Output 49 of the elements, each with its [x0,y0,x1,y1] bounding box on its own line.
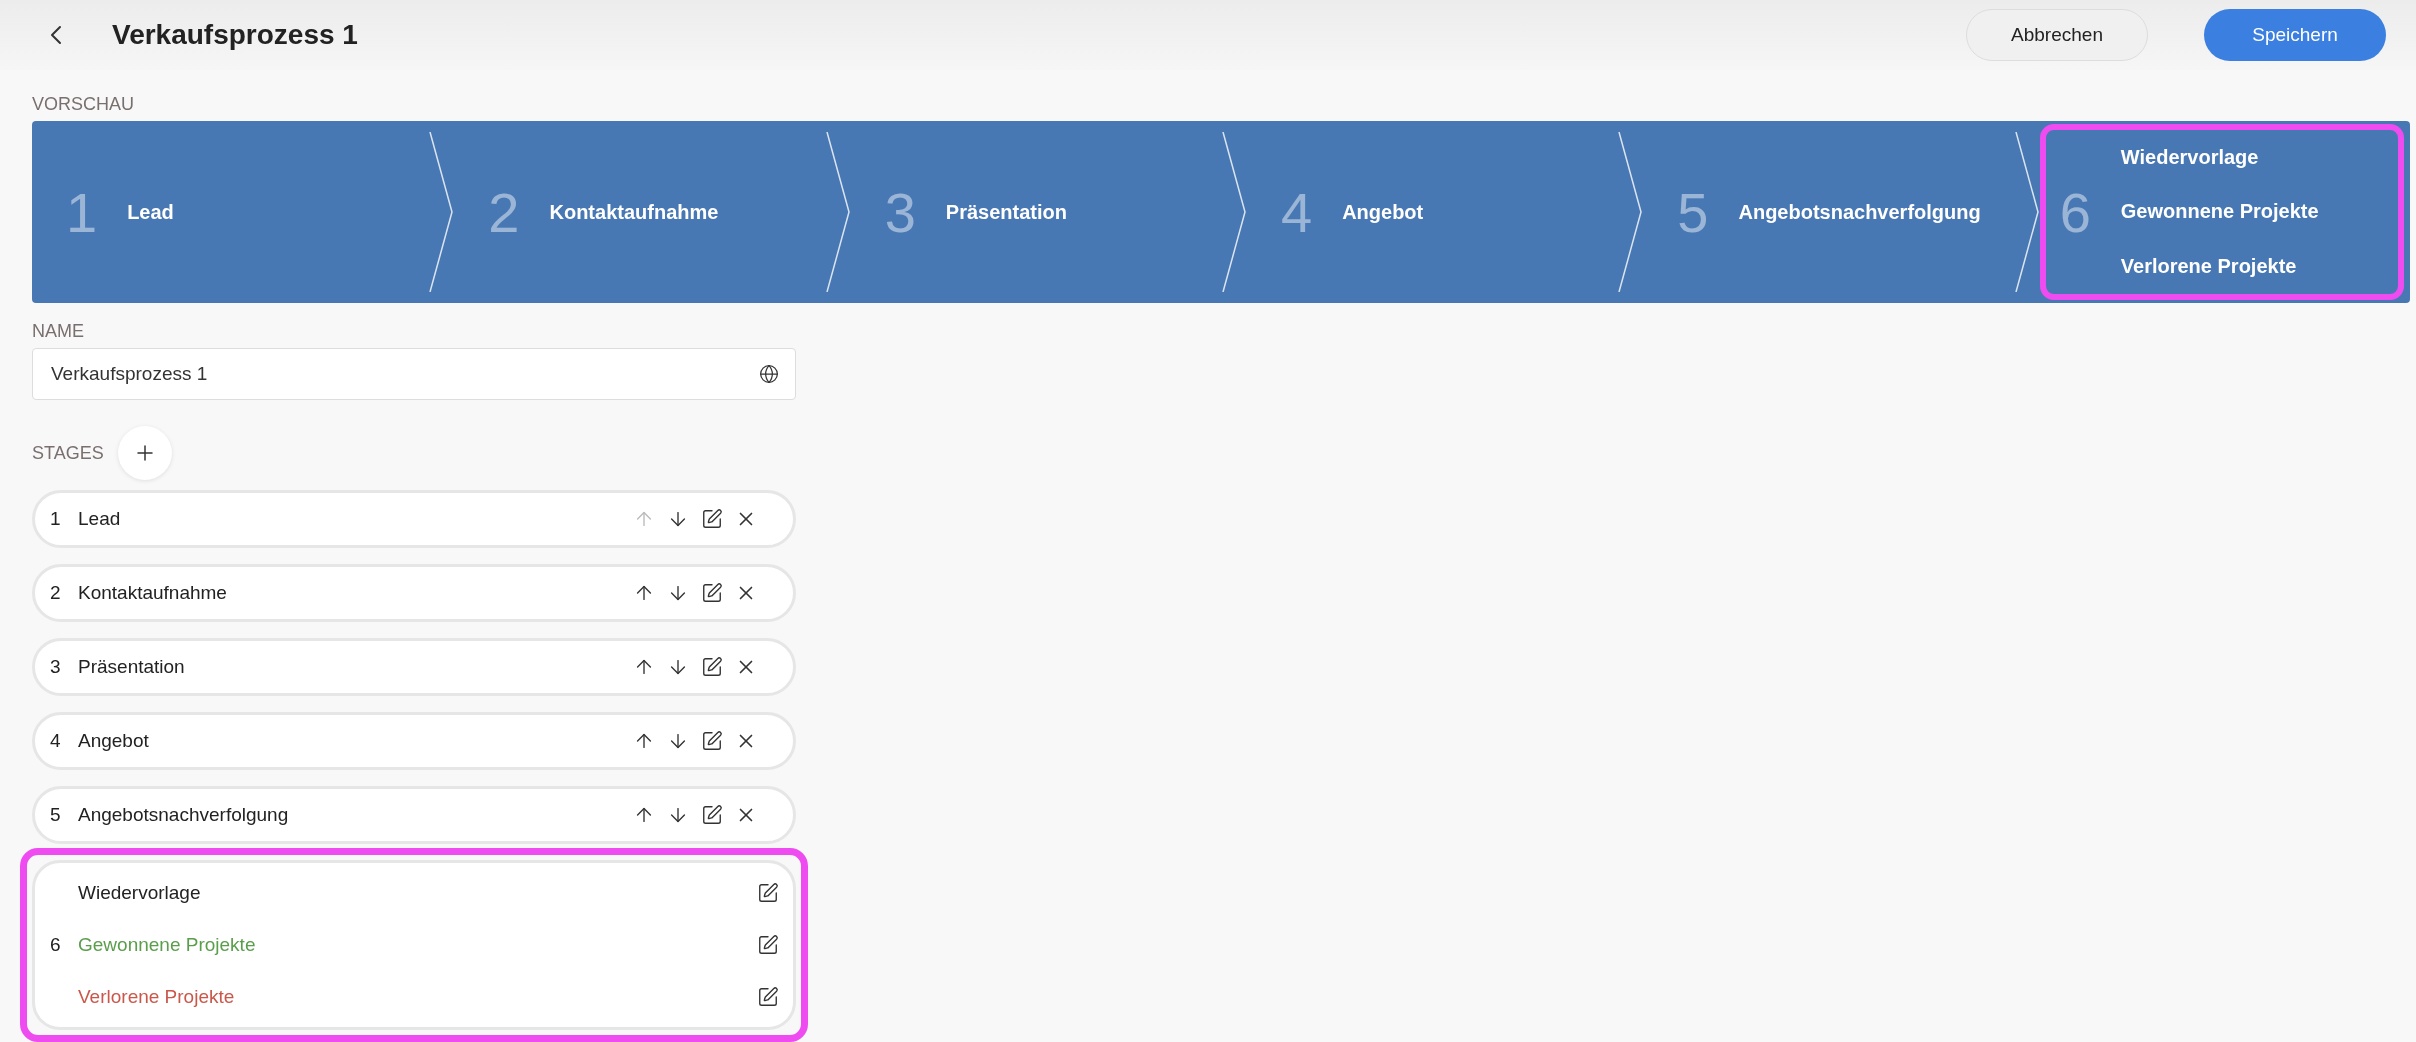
edit-icon[interactable] [757,882,779,904]
section-label: STAGES [32,442,104,464]
section-label: VORSCHAU [32,94,135,115]
stage-label: Lead [127,200,174,224]
stage-number: 2 [488,179,520,245]
stage-row[interactable]: 3 Präsentation [32,638,796,696]
stage-row[interactable]: 1 Lead [32,490,796,548]
stage-number: 4 [1281,179,1313,245]
stage-label: Angebot [1342,200,1424,224]
stage-name: Kontaktaufnahme [78,582,228,604]
stage-name: Lead [78,508,122,530]
stage-number: 5 [50,804,62,826]
stage-name: Angebotsnachverfolgung [78,804,290,826]
stage-number: 2 [50,582,62,604]
stage-number: 6 [2059,179,2091,245]
stage-number: 5 [1677,179,1709,245]
stage-row[interactable]: 4 Angebot [32,712,796,770]
stage-label: Kontaktaufnahme [549,200,719,224]
name-field[interactable]: Verkaufsprozess 1 [32,348,796,400]
field-label: NAME [32,321,85,342]
stage-number: 1 [66,179,98,245]
edit-icon[interactable] [701,804,723,826]
edit-icon[interactable] [757,986,779,1008]
stage-name: Verlorene Projekte [78,986,236,1008]
edit-icon[interactable] [701,730,723,752]
stage-name: Gewonnene Projekte [78,934,257,956]
stage-number: 3 [884,179,916,245]
edit-icon[interactable] [701,582,723,604]
stage-label: Gewonnene Projekte [2120,200,2319,224]
stage-label: Angebotsnachverfolgung [1738,200,1981,224]
page-title: Verkaufsprozess 1 [112,19,359,51]
edit-icon[interactable] [757,934,779,956]
stage-number: 6 [50,934,62,956]
edit-icon[interactable] [701,656,723,678]
cancel-button[interactable]: Abbrechen [1966,9,2148,61]
stage-number: 4 [50,730,62,752]
stage-number: 1 [50,508,62,530]
stage-number: 3 [50,656,62,678]
stage-name: Angebot [78,730,150,752]
stage-name: Wiedervorlage [78,882,202,904]
stage-row[interactable]: 5 Angebotsnachverfolgung [32,786,796,844]
stage-label: Wiedervorlage [2120,145,2260,169]
stage-label: Verlorene Projekte [2120,255,2298,279]
edit-icon[interactable] [701,508,723,530]
stage-name: Präsentation [78,656,186,678]
stage-label: Präsentation [945,200,1067,224]
globe-icon[interactable] [759,364,779,384]
save-button[interactable]: Speichern [2204,9,2386,61]
stage-row[interactable]: 2 Kontaktaufnahme [32,564,796,622]
